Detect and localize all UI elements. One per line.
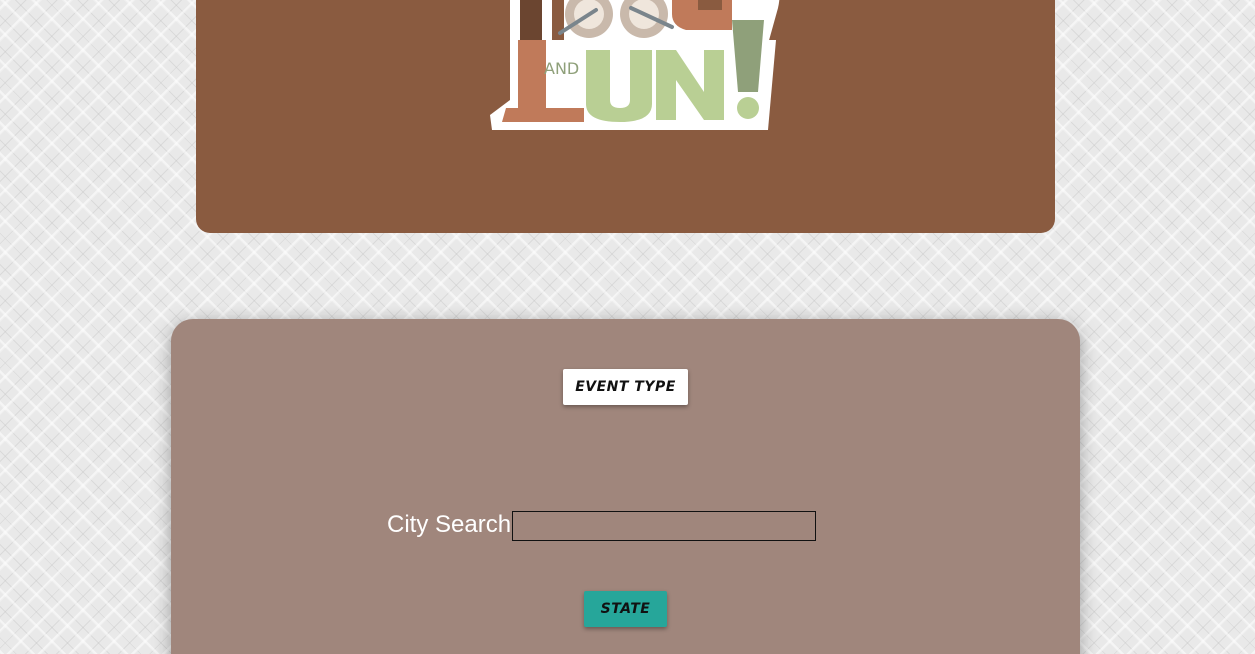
city-search-input[interactable] (512, 511, 816, 541)
event-type-button[interactable]: EVENT TYPE (563, 369, 688, 405)
city-search-label: City Search (387, 511, 512, 538)
search-panel: EVENT TYPE City Search STATE (171, 319, 1080, 654)
logo-and-text: AND (544, 59, 579, 78)
food-and-fun-logo: AND (490, 0, 780, 130)
state-button[interactable]: STATE (584, 591, 667, 627)
header-banner: AND (196, 0, 1055, 233)
